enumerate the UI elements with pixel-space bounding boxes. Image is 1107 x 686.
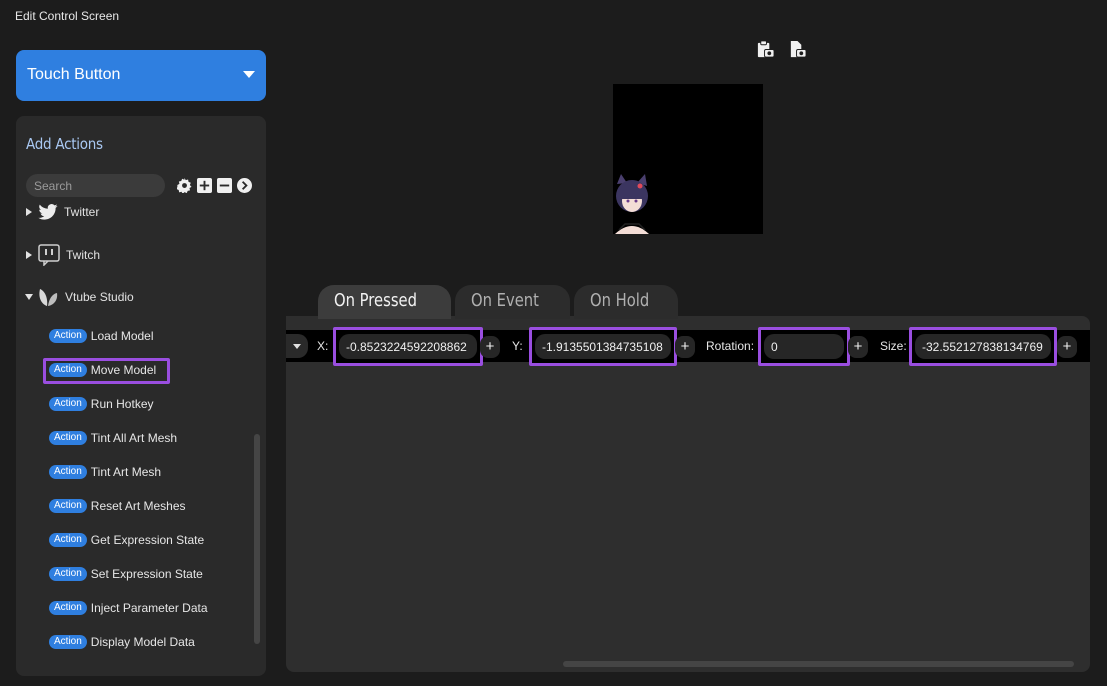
action-item-inject-parameter-data[interactable]: Action Inject Parameter Data xyxy=(49,598,208,618)
rotation-label: Rotation: xyxy=(706,339,755,353)
action-label: Load Model xyxy=(90,329,154,343)
size-field-highlight xyxy=(909,327,1057,366)
size-input[interactable] xyxy=(915,334,1051,359)
y-field-highlight xyxy=(529,327,677,366)
x-input[interactable] xyxy=(339,334,477,359)
chevron-down-icon xyxy=(243,71,255,78)
action-badge: Action xyxy=(49,431,87,445)
chevron-down-icon xyxy=(293,344,301,349)
avatar-image xyxy=(615,174,649,234)
action-label: Display Model Data xyxy=(90,635,195,649)
clipboard-camera-icon[interactable] xyxy=(756,40,775,59)
action-item-display-model-data[interactable]: Action Display Model Data xyxy=(49,632,195,652)
content-scrollbar[interactable] xyxy=(563,661,1074,667)
arrow-right-circle-icon[interactable] xyxy=(237,178,252,193)
action-label: Tint Art Mesh xyxy=(90,465,162,479)
add-actions-panel: Add Actions Twitter Twitch Vtube Studio … xyxy=(16,116,266,676)
rotation-field-highlight xyxy=(758,327,850,366)
tab-label: On Hold xyxy=(590,290,650,311)
control-type-label: Touch Button xyxy=(27,66,121,83)
tab-on-hold[interactable]: On Hold xyxy=(574,285,679,319)
action-label: Get Expression State xyxy=(90,533,205,547)
file-camera-icon[interactable] xyxy=(788,40,807,59)
vtube-studio-icon xyxy=(37,286,59,308)
group-vtube-studio[interactable]: Vtube Studio xyxy=(25,285,134,309)
remove-icon[interactable] xyxy=(217,178,232,193)
y-plus-button[interactable]: + xyxy=(675,336,695,358)
action-badge: Action xyxy=(49,601,87,615)
window-title: Edit Control Screen xyxy=(15,9,120,23)
twitch-icon xyxy=(38,244,60,266)
action-label: Run Hotkey xyxy=(90,397,154,411)
size-label: Size: xyxy=(880,339,907,353)
group-twitch[interactable]: Twitch xyxy=(26,243,100,267)
action-badge: Action xyxy=(49,465,87,479)
action-badge: Action xyxy=(49,635,87,649)
actions-scrollbar[interactable] xyxy=(254,434,260,644)
action-item-set-expression-state[interactable]: Action Set Expression State xyxy=(49,564,203,584)
group-label: Twitch xyxy=(66,248,101,262)
tab-label: On Event xyxy=(471,290,540,311)
action-badge: Action xyxy=(49,567,87,581)
control-type-dropdown[interactable]: Touch Button xyxy=(16,50,266,101)
y-input[interactable] xyxy=(535,334,671,359)
tab-on-event[interactable]: On Event xyxy=(455,285,571,319)
rotation-plus-button[interactable]: + xyxy=(848,336,868,358)
y-label: Y: xyxy=(512,339,523,353)
group-twitter[interactable]: Twitter xyxy=(26,200,99,224)
x-plus-button[interactable]: + xyxy=(480,336,500,358)
action-item-run-hotkey[interactable]: Action Run Hotkey xyxy=(49,394,154,414)
action-label: Set Expression State xyxy=(90,567,203,581)
control-preview[interactable] xyxy=(613,84,763,234)
tab-label: On Pressed xyxy=(334,290,417,311)
action-badge: Action xyxy=(49,397,87,411)
action-badge: Action xyxy=(49,329,87,343)
action-item-reset-art-meshes[interactable]: Action Reset Art Meshes xyxy=(49,496,186,516)
action-label: Tint All Art Mesh xyxy=(90,431,178,445)
group-label: Vtube Studio xyxy=(65,290,134,304)
x-field-highlight xyxy=(333,327,483,366)
event-tabs: On Pressed On Event On Hold xyxy=(318,285,679,319)
group-label: Twitter xyxy=(64,205,100,219)
tab-on-pressed[interactable]: On Pressed xyxy=(318,285,452,319)
action-item-load-model[interactable]: Action Load Model xyxy=(49,326,154,346)
chevron-right-icon xyxy=(26,208,32,216)
collapse-dropdown-button[interactable] xyxy=(286,334,308,358)
action-content-area xyxy=(286,316,1090,672)
action-item-tint-art-mesh[interactable]: Action Tint Art Mesh xyxy=(49,462,161,482)
action-badge: Action xyxy=(49,533,87,547)
action-badge: Action xyxy=(49,499,87,513)
gear-icon[interactable] xyxy=(177,178,192,193)
add-actions-title: Add Actions xyxy=(26,135,103,153)
action-label: Reset Art Meshes xyxy=(90,499,186,513)
selected-item-highlight xyxy=(43,358,170,384)
action-item-get-expression-state[interactable]: Action Get Expression State xyxy=(49,530,204,550)
chevron-down-icon xyxy=(25,294,33,300)
chevron-right-icon xyxy=(26,251,32,259)
action-item-tint-all-art-mesh[interactable]: Action Tint All Art Mesh xyxy=(49,428,177,448)
action-label: Inject Parameter Data xyxy=(90,601,208,615)
add-icon[interactable] xyxy=(197,178,212,193)
x-label: X: xyxy=(317,339,329,353)
twitter-icon xyxy=(38,204,58,220)
size-plus-button[interactable]: + xyxy=(1057,336,1077,358)
search-input[interactable] xyxy=(26,174,165,197)
rotation-input[interactable] xyxy=(764,334,844,359)
